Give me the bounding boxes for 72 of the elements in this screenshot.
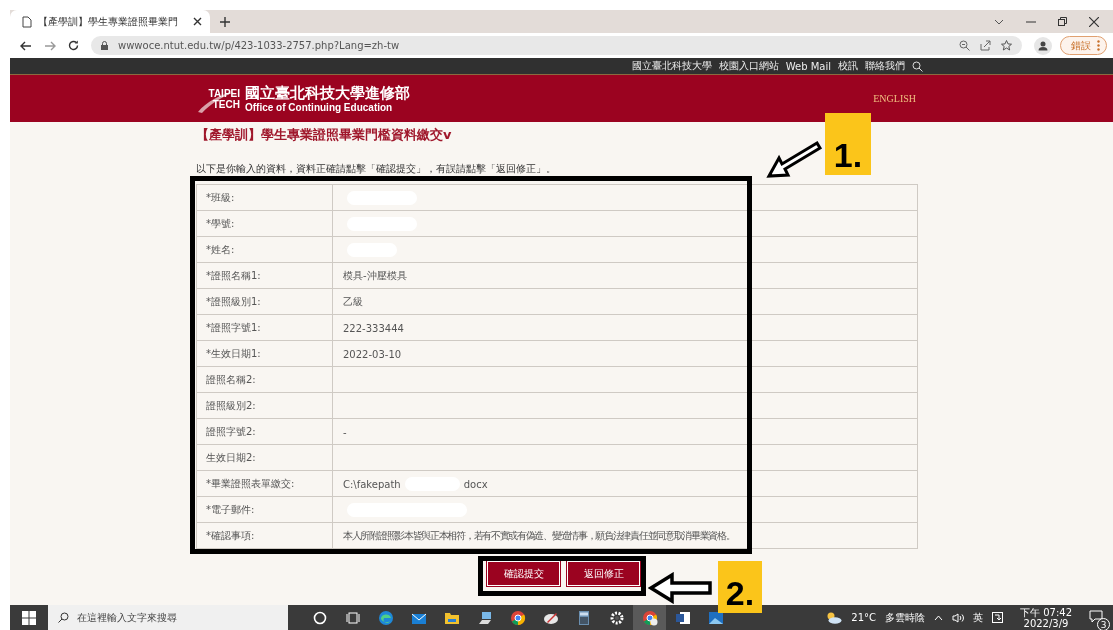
top-link[interactable]: 國立臺北科技大學: [631, 59, 712, 73]
minimize-icon[interactable]: [1026, 20, 1036, 23]
error-button[interactable]: 錯誤: [1060, 36, 1107, 55]
close-icon[interactable]: [1089, 16, 1099, 27]
arrow-icon: [765, 138, 823, 180]
menu-icon[interactable]: [1097, 40, 1100, 51]
field-label: 證照級別2:: [196, 392, 333, 419]
step-label: 1.: [825, 113, 871, 175]
input-method-text[interactable]: 英: [973, 610, 983, 625]
windows-icon[interactable]: [22, 610, 36, 625]
taskbar-search-field[interactable]: 在這裡輸入文字來搜尋: [48, 605, 288, 630]
back-icon[interactable]: [20, 40, 32, 51]
field-label: *姓名:: [196, 236, 333, 263]
field-value: C:\fakepath docx: [332, 470, 918, 497]
field-value: 模具-沖壓模具: [332, 262, 918, 289]
top-link[interactable]: 校訊: [838, 59, 858, 73]
profile-icon[interactable]: [1034, 36, 1052, 55]
field-value: 222-333444: [332, 314, 918, 341]
browser-tab[interactable]: 【產學訓】學生專業證照畢業門: [10, 10, 210, 33]
share-icon[interactable]: [980, 40, 991, 51]
field-value: 2022-03-10: [332, 340, 918, 367]
notification-icon[interactable]: [1089, 610, 1103, 623]
weather-text: 多雲時陰: [885, 610, 925, 625]
intro-text: 以下是你輸入的資料，資料正確請點擊「確認提交」，有誤請點擊「返回修正」。: [196, 162, 557, 176]
close-icon[interactable]: [193, 17, 202, 26]
field-label: *班級:: [196, 184, 333, 211]
address-field[interactable]: wwwoce.ntut.edu.tw/p/423-1033-2757.php?Lang=zh-tw: [91, 36, 1022, 55]
field-label: *證照字號1:: [196, 314, 333, 341]
temperature-text: 21°C: [851, 612, 876, 623]
clock-time: 下午 07:42: [1020, 606, 1072, 618]
speaker-icon[interactable]: [952, 612, 964, 623]
chevron-icon[interactable]: [994, 18, 1004, 25]
field-label: *證照級別1:: [196, 288, 333, 315]
field-label: 生效日期2:: [196, 444, 333, 471]
top-link[interactable]: Web Mail: [785, 60, 831, 72]
field-label: 證照名稱2:: [196, 366, 333, 393]
reload-icon[interactable]: [68, 40, 79, 51]
form-button[interactable]: 確認提交: [487, 561, 560, 586]
step-label: 2.: [718, 561, 762, 613]
field-value: 本人所附證照影本皆與正本相符，若有不實或有偽造、變造情事，願負法律責任並同意取消畢業資格。: [332, 522, 918, 549]
field-label: *確認事項:: [196, 522, 333, 549]
school-name: 國立臺北科技大學進修部: [245, 84, 410, 102]
lock-icon: [101, 41, 108, 50]
field-label: *學號:: [196, 210, 333, 237]
field-label: *證照名稱1:: [196, 262, 333, 289]
search-icon: [58, 612, 69, 623]
chrome-icon[interactable]: [633, 605, 666, 630]
page-title: 【產學訓】學生專業證照畢業門檻資料繳交v: [196, 126, 453, 144]
star-icon[interactable]: [1001, 40, 1012, 51]
zoom-icon[interactable]: [959, 40, 970, 51]
top-link[interactable]: 聯絡我們: [865, 59, 905, 73]
field-value: -: [332, 418, 918, 445]
ime-mode-icon[interactable]: [992, 612, 1003, 623]
forward-icon[interactable]: [44, 40, 56, 51]
page-icon: [22, 15, 32, 28]
field-label: *電子郵件:: [196, 496, 333, 523]
field-label: 證照字號2:: [196, 418, 333, 445]
field-label: *生效日期1:: [196, 340, 333, 367]
english-link[interactable]: ENGLISH: [873, 93, 916, 104]
restore-icon[interactable]: [1058, 17, 1067, 26]
clock-date: 2022/3/9: [1023, 617, 1069, 629]
weather-icon: [826, 611, 843, 624]
form-button[interactable]: 返回修正: [567, 561, 640, 586]
arrow-icon: [648, 572, 714, 604]
chevron-up-icon[interactable]: [934, 614, 943, 621]
school-english-name: Office of Continuing Education: [245, 101, 394, 113]
field-value: 乙級: [332, 288, 918, 315]
notification-count: 3: [1097, 618, 1110, 630]
new-tab-icon[interactable]: [220, 16, 230, 27]
field-label: *畢業證照表單繳交:: [196, 470, 333, 497]
search-icon[interactable]: [912, 60, 923, 72]
top-link[interactable]: 校園入口網站: [718, 59, 779, 73]
